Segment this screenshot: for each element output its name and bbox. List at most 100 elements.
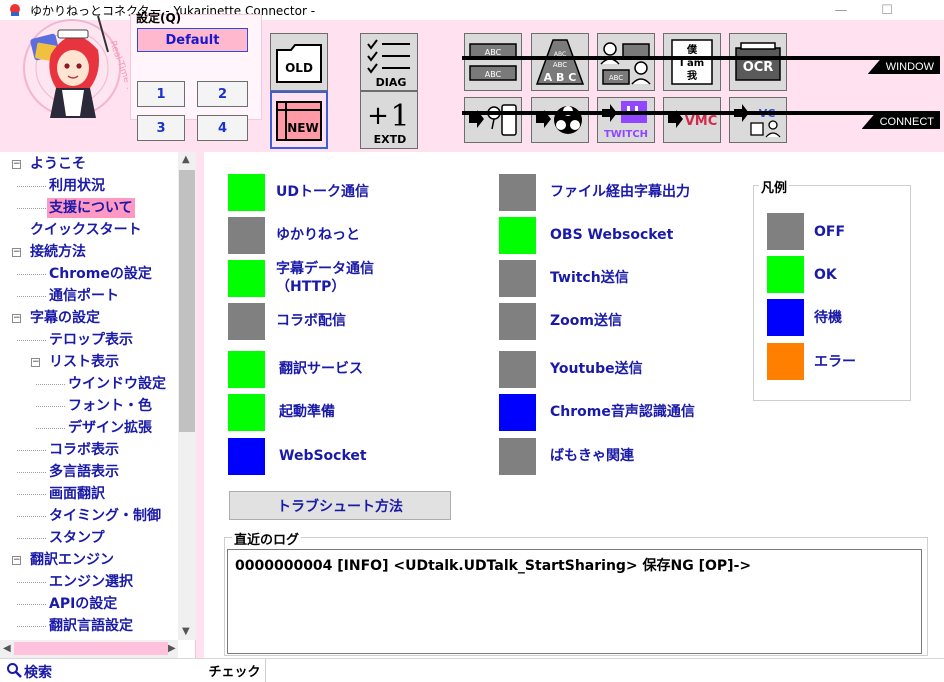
- log-title: 直近のログ: [232, 529, 302, 548]
- scroll-down-icon[interactable]: ▼: [182, 626, 190, 637]
- tree-item[interactable]: Chromeの設定: [47, 264, 154, 284]
- status-indicator: [499, 351, 536, 388]
- troubleshoot-button[interactable]: トラブシュート方法: [229, 491, 451, 520]
- tree-item[interactable]: 翻訳言語設定: [47, 616, 135, 636]
- tree-item[interactable]: タイミング・制御: [47, 506, 163, 526]
- tree-item[interactable]: リスト表示: [47, 352, 121, 372]
- tree-connector: [17, 538, 46, 539]
- status-label: Zoom送信: [550, 313, 622, 329]
- tree-item[interactable]: 画面翻訳: [47, 484, 107, 504]
- legend-label: OFF: [814, 224, 846, 240]
- tree-expander-icon[interactable]: −: [12, 248, 21, 257]
- tree-connector: [17, 582, 46, 583]
- scroll-right-icon[interactable]: ▶: [168, 643, 176, 654]
- tree-item[interactable]: 接続方法: [28, 242, 88, 262]
- status-label: ばもきゃ関連: [550, 448, 634, 464]
- status-indicator: [228, 351, 265, 388]
- legend-swatch: [767, 299, 804, 336]
- preset-1-button[interactable]: 1: [137, 81, 185, 107]
- tree-item[interactable]: 翻訳エンジン: [28, 550, 116, 570]
- connect-bar-label: CONNECT: [861, 115, 940, 129]
- tree-expander-icon[interactable]: −: [12, 314, 21, 323]
- tree-connector: [36, 406, 65, 407]
- preset-2-button[interactable]: 2: [197, 81, 248, 107]
- scroll-up-icon[interactable]: ▲: [182, 154, 190, 165]
- checklist-icon: DIAG: [367, 39, 410, 88]
- tree-hscroll-thumb[interactable]: [14, 642, 168, 655]
- tree-item[interactable]: 支援について: [47, 198, 135, 218]
- new-window-button[interactable]: NEW: [270, 91, 328, 149]
- plus-one-icon: + 1 EXTD: [367, 99, 409, 146]
- minimize-button[interactable]: —: [818, 0, 864, 20]
- status-label: 翻訳サービス: [279, 361, 363, 377]
- tree-connector: [17, 494, 46, 495]
- tree-item[interactable]: エンジン選択: [47, 572, 135, 592]
- tree-scroll-thumb[interactable]: [179, 170, 195, 432]
- tree-item[interactable]: ようこそ: [28, 154, 88, 174]
- extd-button[interactable]: + 1 EXTD: [360, 91, 418, 149]
- legend-label: エラー: [814, 354, 856, 370]
- tree-connector: [17, 516, 46, 517]
- status-label: WebSocket: [279, 448, 367, 464]
- tree-connector: [17, 604, 46, 605]
- tab-check[interactable]: チェック: [204, 659, 266, 682]
- tree-item[interactable]: クイックスタート: [28, 220, 144, 240]
- tree-item[interactable]: 通信ポート: [47, 286, 121, 306]
- maximize-button[interactable]: ☐: [864, 0, 910, 20]
- status-label: Youtube送信: [550, 361, 643, 377]
- preset-default-button[interactable]: Default: [137, 28, 248, 52]
- tree-connector: [17, 274, 46, 275]
- tree-connector: [17, 450, 46, 451]
- new-label: NEW: [287, 121, 318, 135]
- tree-item[interactable]: フォント・色: [66, 396, 154, 416]
- tree-item[interactable]: 字幕の設定: [28, 308, 102, 328]
- preset-3-button[interactable]: 3: [137, 115, 185, 141]
- tree-item[interactable]: 利用状況: [47, 176, 107, 196]
- window-bar-label: WINDOW: [867, 60, 940, 74]
- tree-connector: [17, 186, 46, 187]
- status-indicator: [228, 217, 265, 254]
- diag-label: DIAG: [376, 76, 407, 88]
- search-icon: [7, 663, 22, 678]
- tree-connector: [36, 384, 65, 385]
- tree-item[interactable]: スタンプ: [47, 528, 107, 548]
- preset-4-button[interactable]: 4: [197, 115, 248, 141]
- old-window-button[interactable]: OLD: [270, 33, 328, 91]
- tree-item[interactable]: ウインドウ設定: [66, 374, 168, 394]
- new-window-icon: NEW: [276, 101, 322, 141]
- connect-bar: CONNECT: [462, 111, 940, 129]
- preset-label: 設定(Q): [136, 11, 182, 25]
- old-window-icon: OLD: [276, 44, 322, 83]
- status-label: ゆかりねっと: [276, 227, 360, 243]
- tree-item[interactable]: APIの設定: [47, 594, 119, 614]
- status-indicator: [499, 217, 536, 254]
- tree-connector: [17, 296, 46, 297]
- status-label: 起動準備: [279, 404, 335, 420]
- svg-text:ABC: ABC: [609, 74, 623, 82]
- tree-connector: [17, 208, 46, 209]
- scroll-left-icon[interactable]: ◀: [3, 643, 11, 654]
- extd-label: EXTD: [374, 133, 407, 146]
- tree-expander-icon[interactable]: −: [12, 556, 21, 565]
- status-label: UDトーク通信: [276, 184, 369, 200]
- status-label: 字幕データ通信 （HTTP）: [276, 261, 374, 295]
- tree-connector: [36, 428, 65, 429]
- legend-label: 待機: [814, 310, 842, 326]
- tree-expander-icon[interactable]: −: [31, 358, 40, 367]
- search-label: 検索: [24, 665, 52, 681]
- legend-label: OK: [814, 267, 837, 283]
- status-indicator: [228, 438, 265, 475]
- bottom-tab-strip: [196, 658, 944, 682]
- svg-text:+: +: [367, 101, 389, 131]
- twitch-label: TWITCH: [604, 129, 648, 140]
- status-indicator: [228, 303, 265, 340]
- tree-item[interactable]: 多言語表示: [47, 462, 121, 482]
- diag-button[interactable]: DIAG: [360, 33, 418, 91]
- tree-expander-icon[interactable]: −: [12, 160, 21, 169]
- app-logo: Real-Time Translation Tool: [23, 15, 128, 126]
- tree-item[interactable]: デザイン拡張: [66, 418, 154, 438]
- status-indicator: [499, 438, 536, 475]
- tree-item[interactable]: コラボ表示: [47, 440, 121, 460]
- tree-item[interactable]: テロップ表示: [47, 330, 135, 350]
- legend-title: 凡例: [759, 177, 790, 196]
